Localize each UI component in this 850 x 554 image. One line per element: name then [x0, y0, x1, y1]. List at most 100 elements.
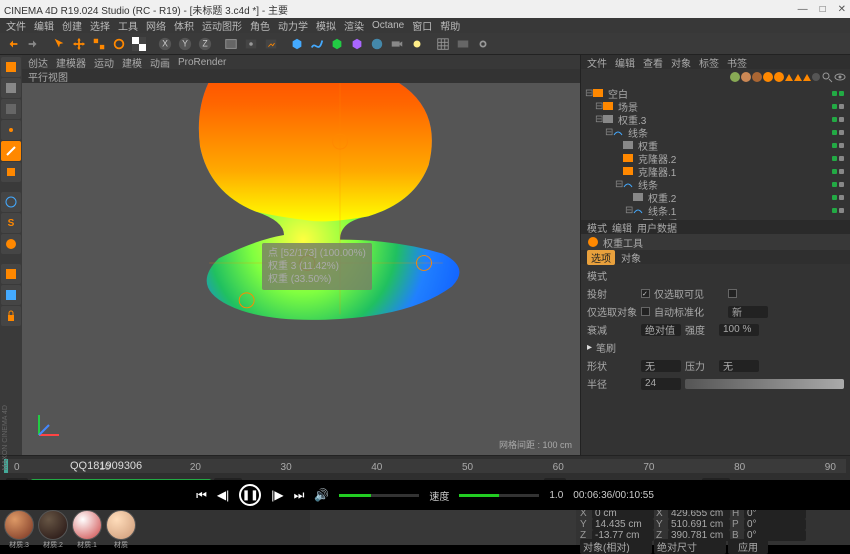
render-settings-button[interactable]	[262, 35, 280, 53]
filter-icon[interactable]	[785, 74, 793, 81]
scale-tool[interactable]	[90, 35, 108, 53]
coord-y-pos[interactable]: 14.435 cm	[592, 519, 654, 530]
objmgr-tab[interactable]: 文件	[587, 55, 607, 70]
menu-tools[interactable]: 工具	[118, 18, 138, 33]
object-row[interactable]: 权重	[581, 139, 850, 152]
spline-button[interactable]	[308, 35, 326, 53]
lock-icon[interactable]	[1, 306, 21, 326]
player-prev-button[interactable]: ⏮	[196, 488, 207, 503]
coord-y-size[interactable]: 510.691 cm	[668, 519, 730, 530]
coord-p-rot[interactable]: 0°	[744, 519, 806, 530]
vp-tab[interactable]: 建模	[122, 55, 142, 70]
player-forward-button[interactable]: |▶	[271, 488, 283, 502]
menu-file[interactable]: 文件	[6, 18, 26, 33]
vp-tab[interactable]: 创达	[28, 55, 48, 70]
close-button[interactable]: ✕	[838, 4, 846, 15]
point-mode-button[interactable]	[1, 120, 21, 140]
object-row[interactable]: ⊟权重.3	[581, 113, 850, 126]
snapshot-icon[interactable]	[454, 35, 472, 53]
attr-tab[interactable]: 编辑	[612, 220, 632, 235]
object-row[interactable]: 克隆器.2	[581, 152, 850, 165]
menu-volume[interactable]: 体积	[174, 18, 194, 33]
edge-mode-button[interactable]	[1, 141, 21, 161]
attr-tab[interactable]: 用户数据	[637, 220, 677, 235]
filter-icon[interactable]	[741, 72, 751, 82]
material-item[interactable]: 材质.3	[4, 510, 34, 550]
object-row[interactable]: 克隆器.1	[581, 165, 850, 178]
material-item[interactable]: 材质.1	[72, 510, 102, 550]
coord-apply-button[interactable]: 应用	[728, 539, 768, 554]
grid-icon[interactable]	[434, 35, 452, 53]
deformer-button[interactable]	[348, 35, 366, 53]
menu-select[interactable]: 选择	[90, 18, 110, 33]
vp-tab[interactable]: 运动	[94, 55, 114, 70]
eye-icon[interactable]	[834, 71, 846, 83]
locked-button[interactable]	[1, 234, 21, 254]
attr-section[interactable]: 笔刷	[596, 340, 616, 355]
attr-tab-options[interactable]: 选项	[587, 250, 615, 265]
sel-checkbox[interactable]	[641, 307, 650, 316]
strength-field[interactable]: 100 %	[719, 324, 759, 336]
press-field[interactable]: 无	[719, 360, 759, 372]
polygon-mode-button[interactable]	[1, 162, 21, 182]
menu-mesh[interactable]: 网络	[146, 18, 166, 33]
object-row[interactable]: ⊟线条	[581, 126, 850, 139]
filter-icon[interactable]	[803, 74, 811, 81]
object-manager[interactable]: ⊟空白 ⊟场景 ⊟权重.3 ⊟线条 权重 克隆器.2 克隆器.1 ⊟线条 权重.…	[581, 85, 850, 220]
shape-field[interactable]: 无	[641, 360, 681, 372]
z-axis-button[interactable]: Z	[196, 35, 214, 53]
menu-mograph[interactable]: 运动图形	[202, 18, 242, 33]
object-row[interactable]: ⊟线条	[581, 178, 850, 191]
light-button[interactable]	[408, 35, 426, 53]
menu-render[interactable]: 渲染	[344, 18, 364, 33]
menu-character[interactable]: 角色	[250, 18, 270, 33]
filter-icon[interactable]	[752, 72, 762, 82]
search-icon[interactable]	[821, 71, 833, 83]
norm-field[interactable]: 新	[728, 306, 768, 318]
falloff-field[interactable]: 绝对值	[641, 324, 681, 336]
menu-dynamics[interactable]: 动力学	[278, 18, 308, 33]
viewport-solo-button[interactable]	[1, 264, 21, 284]
menu-octane[interactable]: Octane	[372, 20, 404, 31]
menu-simulate[interactable]: 模拟	[316, 18, 336, 33]
y-axis-button[interactable]: Y	[176, 35, 194, 53]
objmgr-tab[interactable]: 书签	[727, 55, 747, 70]
cube-primitive-button[interactable]	[288, 35, 306, 53]
environment-button[interactable]	[368, 35, 386, 53]
x-axis-button[interactable]: X	[156, 35, 174, 53]
material-item[interactable]: 材质.2	[38, 510, 68, 550]
checker-icon[interactable]	[130, 35, 148, 53]
redo-button[interactable]	[24, 35, 42, 53]
maximize-button[interactable]: □	[820, 4, 826, 15]
generator-button[interactable]	[328, 35, 346, 53]
player-rewind-button[interactable]: ◀|	[217, 488, 229, 502]
coord-mode-2[interactable]: 绝对尺寸	[654, 539, 726, 554]
filter-icon[interactable]	[763, 72, 773, 82]
radius-slider[interactable]	[685, 379, 844, 389]
volume-icon[interactable]: 🔊	[314, 488, 329, 502]
volume-slider[interactable]	[339, 494, 419, 497]
select-tool[interactable]	[50, 35, 68, 53]
object-row[interactable]: 权重.2	[581, 191, 850, 204]
material-item[interactable]: 材质	[106, 510, 136, 550]
objmgr-tab[interactable]: 对象	[671, 55, 691, 70]
filter-icon[interactable]	[774, 72, 784, 82]
rotate-tool[interactable]	[110, 35, 128, 53]
vis-checkbox[interactable]	[728, 289, 737, 298]
render-picture-button[interactable]	[242, 35, 260, 53]
filter-icon[interactable]	[812, 73, 820, 81]
filter-icon[interactable]	[794, 74, 802, 81]
objmgr-tab[interactable]: 查看	[643, 55, 663, 70]
object-mode-button[interactable]	[1, 78, 21, 98]
speed-slider[interactable]	[459, 494, 539, 497]
viewport-canvas[interactable]: 点 [52/173] (100.00%) 权重 3 (11.42%) 权重 (3…	[22, 83, 580, 455]
snap-button[interactable]	[1, 192, 21, 212]
vp-tab[interactable]: 建模器	[56, 55, 86, 70]
objmgr-tab[interactable]: 编辑	[615, 55, 635, 70]
player-pause-button[interactable]: ❚❚	[239, 484, 261, 506]
vp-tab[interactable]: 动画	[150, 55, 170, 70]
texture-mode-button[interactable]	[1, 99, 21, 119]
move-tool[interactable]	[70, 35, 88, 53]
menu-help[interactable]: 帮助	[440, 18, 460, 33]
undo-button[interactable]	[4, 35, 22, 53]
